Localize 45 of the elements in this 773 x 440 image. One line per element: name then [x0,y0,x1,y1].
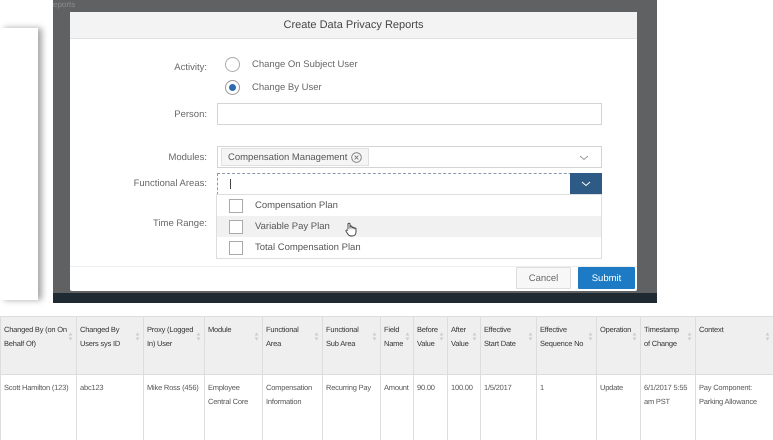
submit-button[interactable]: Submit [578,267,635,289]
sort-icon[interactable] [687,332,692,341]
chevron-down-icon[interactable] [579,155,589,161]
sort-icon[interactable] [196,332,201,341]
sort-icon[interactable] [405,332,410,341]
checkbox[interactable] [229,220,243,234]
option-label: Compensation Plan [255,200,338,211]
sort-icon[interactable] [765,332,770,341]
sort-icon[interactable] [472,332,477,341]
hand-cursor-icon [344,222,358,237]
sort-icon[interactable] [314,332,319,341]
sort-icon[interactable] [372,332,377,341]
field-label: Modules: [167,152,208,162]
dialog-title: Create Data Privacy Reports [284,19,424,31]
sort-icon[interactable] [254,332,259,341]
dropdown-option[interactable]: Variable Pay Plan [217,216,601,237]
dropdown-option[interactable]: Total Compensation Plan [217,237,601,258]
remove-icon[interactable] [351,152,362,162]
checkbox[interactable] [229,198,243,212]
person-field[interactable] [217,103,602,125]
option-label: Variable Pay Plan [255,221,330,232]
radio-button[interactable] [225,57,240,72]
module-token[interactable]: Compensation Management [221,148,370,166]
option-label: Total Compensation Plan [255,242,361,253]
dropdown-button[interactable] [570,173,602,195]
chevron-down-icon [581,181,591,187]
checkbox[interactable] [229,240,243,254]
field-label: Person: [173,108,208,120]
field-label: Functional Areas: [132,177,208,191]
dropdown-option[interactable]: Compensation Plan [217,195,601,216]
radio-button[interactable] [225,80,240,95]
radio-label: Change On Subject User [252,59,358,70]
text-cursor [230,179,231,189]
modules-field[interactable]: Compensation Management [217,146,602,168]
cancel-button[interactable]: Cancel [516,267,571,289]
sort-icon[interactable] [588,332,593,341]
sort-icon[interactable] [135,332,140,341]
radio-label: Change By User [252,82,322,93]
functional-areas-field[interactable] [217,173,602,195]
field-label: Activity: [173,61,208,75]
sort-icon[interactable] [632,332,637,341]
sort-icon[interactable] [68,332,73,341]
sort-icon[interactable] [439,332,444,341]
sort-icon[interactable] [528,332,533,341]
field-label: Time Range: [152,218,208,229]
